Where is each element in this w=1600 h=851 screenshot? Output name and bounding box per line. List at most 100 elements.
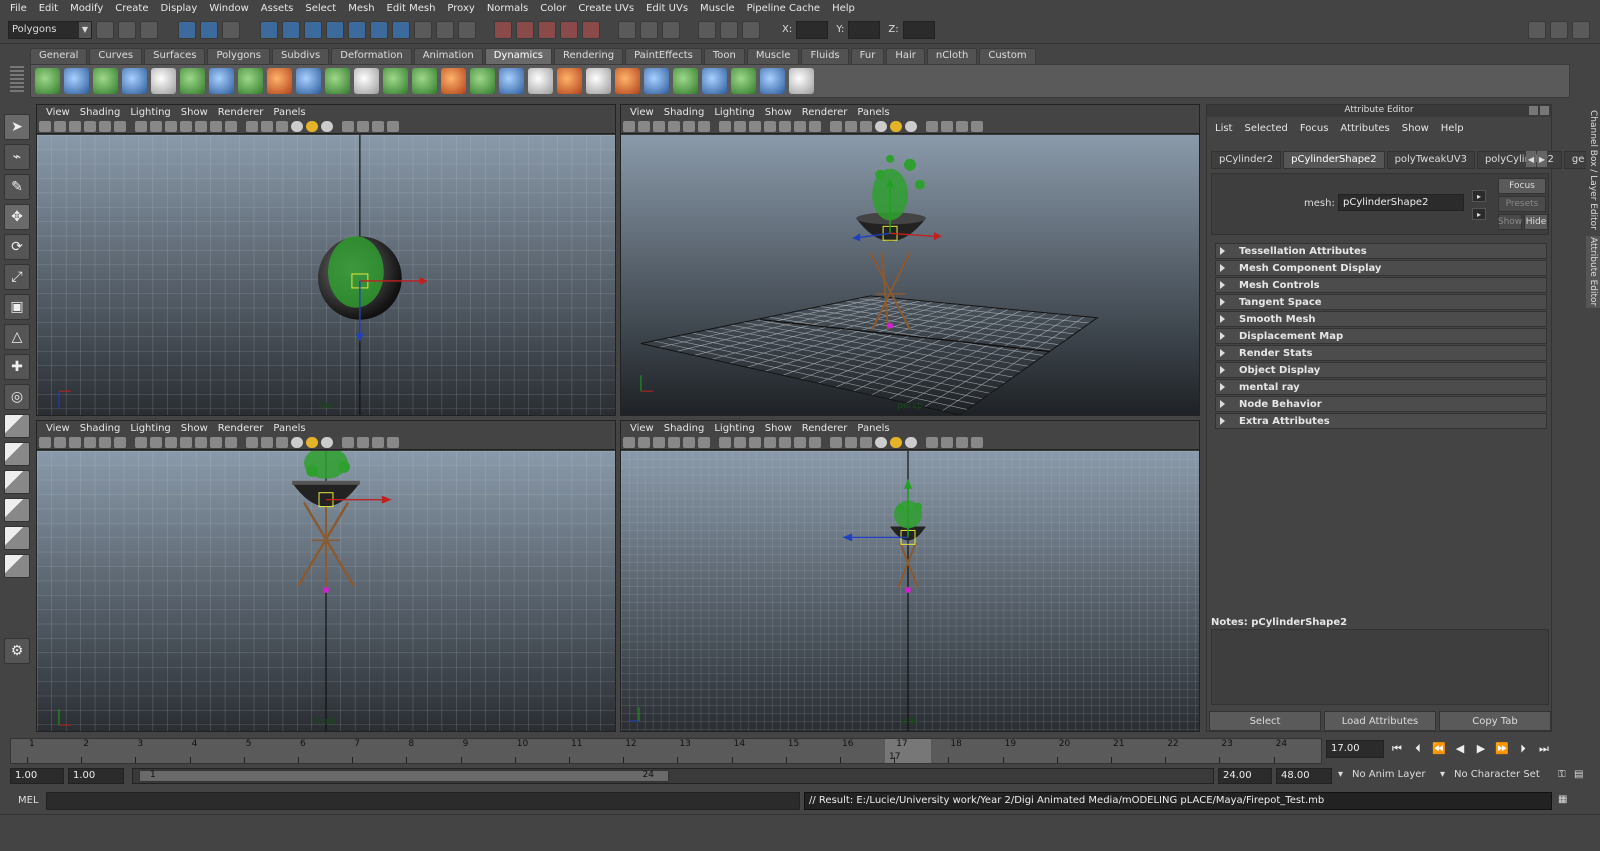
resolution-gate-icon[interactable] <box>749 437 761 448</box>
menu-edit-mesh[interactable]: Edit Mesh <box>381 3 442 14</box>
menu-view[interactable]: View <box>41 423 75 434</box>
gate-mask-icon[interactable] <box>180 121 192 132</box>
script-language-toggle[interactable]: MEL <box>18 795 39 806</box>
xray-joints-icon[interactable] <box>372 121 384 132</box>
shelf-tab-curves[interactable]: Curves <box>89 48 143 64</box>
two-d-pan-zoom-icon[interactable] <box>99 437 111 448</box>
input-ops-icon[interactable] <box>618 20 636 39</box>
move-tool-icon[interactable]: ✥ <box>4 204 30 230</box>
camera-attributes-icon[interactable] <box>54 437 66 448</box>
use-all-lights-icon[interactable] <box>890 121 902 132</box>
smooth-shade-icon[interactable] <box>261 437 273 448</box>
bookmarks-icon[interactable] <box>69 121 81 132</box>
menu-create-uvs[interactable]: Create UVs <box>572 3 640 14</box>
menu-renderer[interactable]: Renderer <box>797 423 853 434</box>
menu-lighting[interactable]: Lighting <box>709 423 759 434</box>
textured-icon[interactable] <box>291 437 303 448</box>
two-d-pan-zoom-icon[interactable] <box>99 121 111 132</box>
ae-tab-pcylindershape2[interactable]: pCylinderShape2 <box>1283 151 1385 169</box>
mask-handles-icon[interactable] <box>260 20 278 39</box>
gate-mask-icon[interactable] <box>764 121 776 132</box>
shelf-tab-animation[interactable]: Animation <box>413 48 483 64</box>
flow-path-icon[interactable] <box>702 68 727 94</box>
safe-title-icon[interactable] <box>809 121 821 132</box>
shelf-menu-grip[interactable] <box>10 66 24 94</box>
particle-tool-icon[interactable] <box>35 68 60 94</box>
safe-action-icon[interactable] <box>210 437 222 448</box>
script-editor-icon[interactable]: ▦ <box>1558 794 1567 805</box>
lasso-tool-icon[interactable]: ⌁ <box>4 144 30 170</box>
menu-shading[interactable]: Shading <box>659 423 710 434</box>
load-attributes-button[interactable]: Load Attributes <box>1324 711 1436 731</box>
wireframe-icon[interactable] <box>246 437 258 448</box>
output-ops-icon[interactable] <box>640 20 658 39</box>
menu-shading[interactable]: Shading <box>75 107 126 118</box>
shadows-icon[interactable] <box>321 437 333 448</box>
section-tessellation-attributes[interactable]: Tessellation Attributes <box>1215 243 1547 259</box>
command-input[interactable] <box>46 792 800 810</box>
shelf-tab-custom[interactable]: Custom <box>979 48 1036 64</box>
menu-select[interactable]: Select <box>299 3 342 14</box>
ae-menu-attributes[interactable]: Attributes <box>1334 123 1395 134</box>
x-field[interactable] <box>796 20 829 39</box>
isolate-select-icon[interactable] <box>926 437 938 448</box>
curve-flow-icon[interactable] <box>731 68 756 94</box>
viewport-side[interactable]: View Shading Lighting Show Renderer Pane… <box>620 420 1200 732</box>
surface-flow-icon[interactable] <box>760 68 785 94</box>
shelf-tab-ncloth[interactable]: nCloth <box>926 48 978 64</box>
xray-icon[interactable] <box>357 437 369 448</box>
snap-view-plane-icon[interactable] <box>560 20 578 39</box>
hide-button[interactable]: Hide <box>1524 214 1548 230</box>
menu-show[interactable]: Show <box>176 107 213 118</box>
animation-end-field[interactable]: 48.00 <box>1276 768 1332 784</box>
animation-start-field[interactable]: 1.00 <box>10 768 64 784</box>
grease-pencil-icon[interactable] <box>114 437 126 448</box>
use-all-lights-icon[interactable] <box>306 121 318 132</box>
select-component-icon[interactable] <box>222 20 240 39</box>
shadows-icon[interactable] <box>321 121 333 132</box>
render-frame-icon[interactable] <box>698 20 716 39</box>
open-scene-icon[interactable] <box>118 20 136 39</box>
ae-tab-pcylinder2[interactable]: pCylinder2 <box>1211 151 1282 169</box>
grid-icon[interactable] <box>135 437 147 448</box>
auto-key-icon[interactable]: ⚿ <box>1558 769 1566 780</box>
snap-curve-icon[interactable] <box>516 20 534 39</box>
shelf-tab-subdivs[interactable]: Subdivs <box>271 48 330 64</box>
gravity-field-icon[interactable] <box>180 68 205 94</box>
image-plane-icon[interactable] <box>668 121 680 132</box>
select-hierarchy-icon[interactable] <box>178 20 196 39</box>
go-to-end-icon[interactable]: ⏭ <box>1537 742 1551 756</box>
bookmarks-icon[interactable] <box>653 121 665 132</box>
channel-box-toggle-icon[interactable] <box>1572 20 1590 39</box>
viewport-front[interactable]: View Shading Lighting Show Renderer Pane… <box>36 420 616 732</box>
notes-field[interactable] <box>1211 629 1549 705</box>
snap-point-icon[interactable] <box>538 20 556 39</box>
isolate-select-icon[interactable] <box>926 121 938 132</box>
use-all-lights-icon[interactable] <box>306 437 318 448</box>
tab-channel-box-layer-editor[interactable]: Channel Box / Layer Editor <box>1586 108 1600 232</box>
wireframe-on-shaded-icon[interactable] <box>276 437 288 448</box>
grease-pencil-icon[interactable] <box>698 121 710 132</box>
y-field[interactable] <box>848 20 881 39</box>
omni-emitter-icon[interactable] <box>93 68 118 94</box>
grid-icon[interactable] <box>719 121 731 132</box>
delete-surface-flow-icon[interactable] <box>789 68 814 94</box>
menu-pipeline-cache[interactable]: Pipeline Cache <box>741 3 826 14</box>
fireworks-icon[interactable] <box>615 68 640 94</box>
persp-outliner-layout-icon[interactable] <box>4 470 30 494</box>
ipr-render-icon[interactable] <box>720 20 738 39</box>
section-node-behavior[interactable]: Node Behavior <box>1215 396 1547 412</box>
new-scene-icon[interactable] <box>96 20 114 39</box>
menu-create[interactable]: Create <box>109 3 154 14</box>
shelf-tab-polygons[interactable]: Polygons <box>207 48 270 64</box>
shelf-tab-toon[interactable]: Toon <box>703 48 745 64</box>
grease-pencil-icon[interactable] <box>114 121 126 132</box>
xray-joints-icon[interactable] <box>372 437 384 448</box>
range-slider[interactable]: 1 24 <box>132 768 1214 784</box>
use-all-lights-icon[interactable] <box>890 437 902 448</box>
image-plane-icon[interactable] <box>668 437 680 448</box>
wireframe-on-shaded-icon[interactable] <box>860 121 872 132</box>
section-object-display[interactable]: Object Display <box>1215 362 1547 378</box>
bookmarks-icon[interactable] <box>69 437 81 448</box>
rotate-tool-icon[interactable]: ⟳ <box>4 234 30 260</box>
